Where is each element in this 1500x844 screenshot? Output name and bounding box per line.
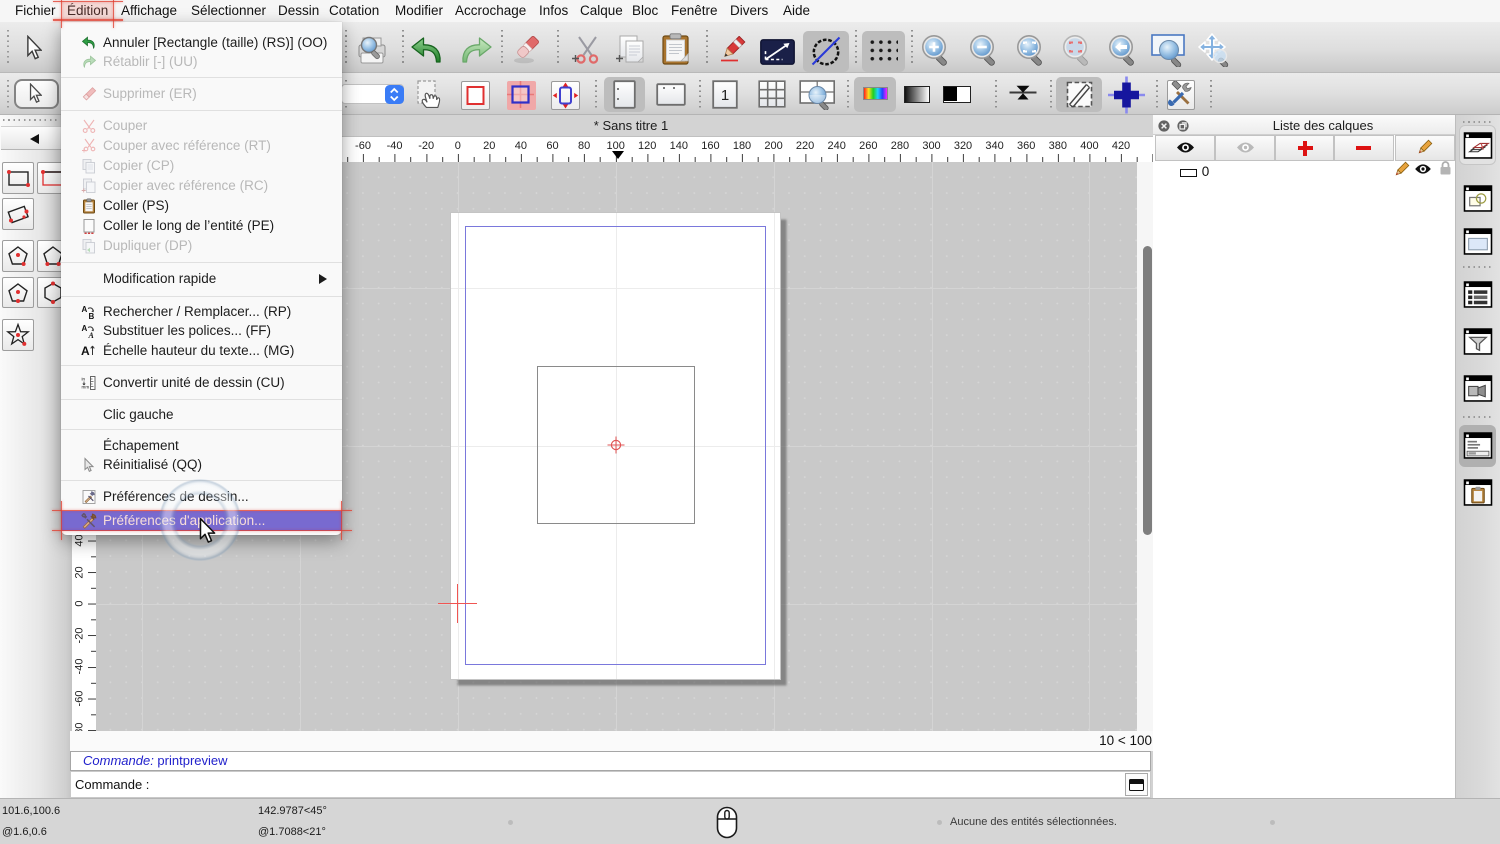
- svg-text:1: 1: [721, 87, 729, 104]
- svg-text:A: A: [82, 305, 88, 314]
- svg-text:A: A: [81, 344, 90, 358]
- svg-text:mm: mm: [82, 385, 90, 390]
- svg-text:A: A: [88, 331, 95, 339]
- svg-text:A: A: [82, 324, 88, 333]
- svg-text:in: in: [82, 377, 86, 382]
- svg-text:B: B: [89, 312, 95, 320]
